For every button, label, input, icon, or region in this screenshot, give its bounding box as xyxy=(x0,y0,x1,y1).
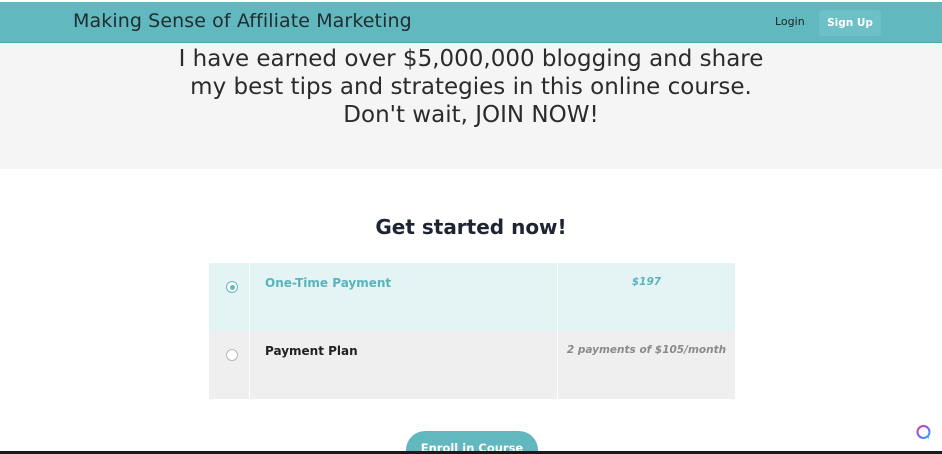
signup-button[interactable]: Sign Up xyxy=(819,10,881,36)
login-link[interactable]: Login xyxy=(775,15,805,28)
top-navbar: Making Sense of Affiliate Marketing Logi… xyxy=(0,2,942,43)
plan-radio-cell xyxy=(209,331,250,399)
plan-name-cell: One-Time Payment xyxy=(250,263,558,331)
plan-one-time-payment[interactable]: One-Time Payment $197 xyxy=(209,263,735,331)
pricing-plans: One-Time Payment $197 Payment Plan 2 pay… xyxy=(209,263,735,399)
plan-payment-plan[interactable]: Payment Plan 2 payments of $105/month xyxy=(209,331,735,399)
plan-radio-payment-plan[interactable] xyxy=(226,349,238,361)
hero-section: I have earned over $5,000,000 blogging a… xyxy=(0,43,942,169)
plan-price: $197 xyxy=(631,276,662,288)
chat-bubble-icon-graphic xyxy=(916,425,931,439)
plan-price: 2 payments of $105/month xyxy=(566,344,727,356)
plan-radio-cell xyxy=(209,263,250,331)
plan-name: Payment Plan xyxy=(265,344,358,358)
plan-radio-one-time[interactable] xyxy=(226,281,238,293)
plan-price-cell: $197 xyxy=(558,263,735,331)
plan-name-cell: Payment Plan xyxy=(250,331,558,399)
hero-text: I have earned over $5,000,000 blogging a… xyxy=(178,46,764,128)
pricing-title: Get started now! xyxy=(375,215,567,239)
plan-price-cell: 2 payments of $105/month xyxy=(558,331,735,399)
chat-bubble-icon[interactable] xyxy=(915,424,932,441)
plan-name: One-Time Payment xyxy=(265,276,392,290)
course-title[interactable]: Making Sense of Affiliate Marketing xyxy=(73,10,412,32)
